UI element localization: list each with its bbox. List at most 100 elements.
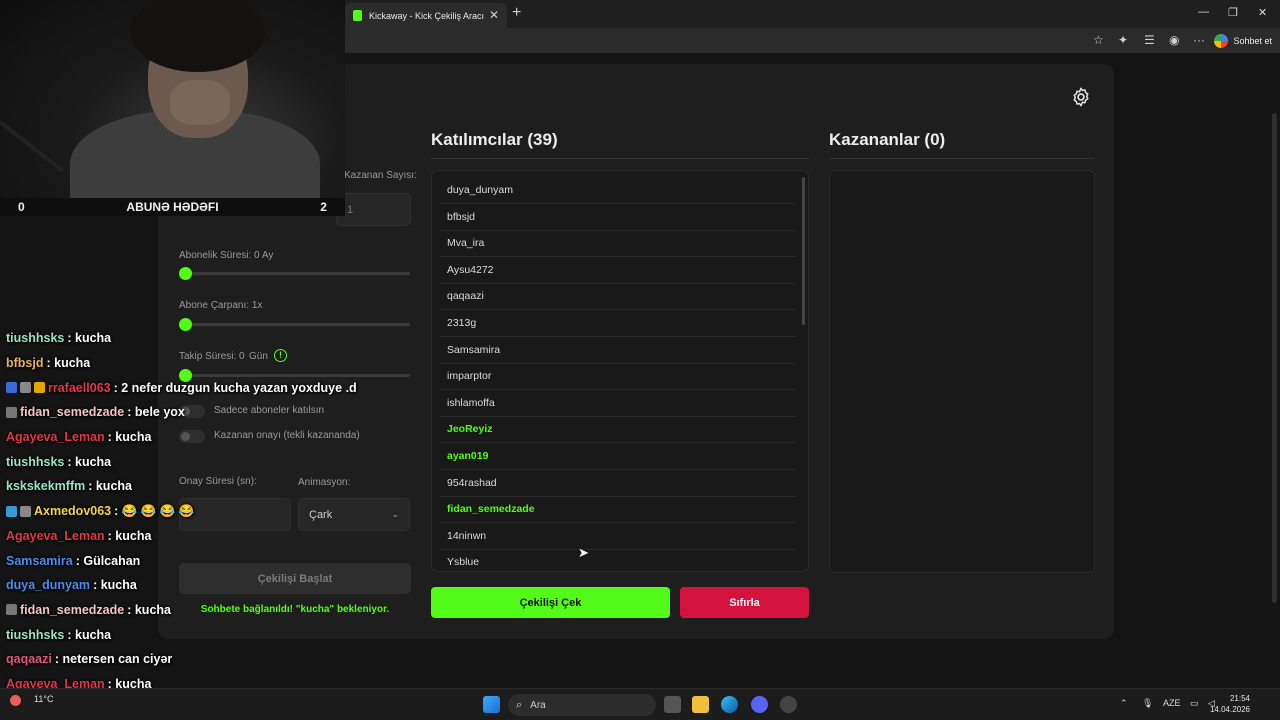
chat-badge-icon bbox=[6, 505, 17, 517]
chat-username: fidan_semedzade bbox=[20, 405, 125, 420]
chat-username: tiushhsks bbox=[6, 454, 65, 469]
discord-icon[interactable] bbox=[751, 696, 768, 713]
network-icon[interactable]: ▭ bbox=[1190, 698, 1199, 709]
chat-message: tiushhsks: kucha bbox=[6, 622, 366, 647]
winners-list bbox=[829, 170, 1095, 573]
chat-message: qaqaazi: netersen can ciyər bbox=[6, 647, 366, 672]
chat-username: tiushhsks bbox=[6, 627, 65, 642]
participant-row: duya_dunyam bbox=[440, 177, 796, 204]
reset-button[interactable]: Sıfırla bbox=[680, 587, 809, 618]
chat-text: : kucha bbox=[67, 454, 112, 469]
participant-row: fidan_semedzade bbox=[440, 496, 796, 524]
more-menu-icon[interactable]: ··· bbox=[1193, 33, 1205, 47]
window-close-button[interactable]: ✕ bbox=[1258, 6, 1267, 19]
chat-text: : kucha bbox=[93, 578, 137, 593]
settings-gear-icon[interactable] bbox=[1070, 86, 1092, 108]
kick-favicon-icon bbox=[353, 10, 362, 21]
window-restore-button[interactable]: ❐ bbox=[1228, 6, 1238, 19]
winner-count-label: Kazanan Sayısı: bbox=[344, 170, 417, 181]
tray-chevron-icon[interactable]: ⌃ bbox=[1120, 698, 1128, 709]
participant-row: Samsamira bbox=[440, 337, 796, 364]
chat-text: : 2 nefer duzgun kucha yazan yoxduye .d bbox=[113, 380, 357, 395]
sub-duration-slider[interactable] bbox=[179, 267, 192, 280]
participant-row: Ysblue bbox=[440, 549, 796, 571]
chat-message: fidan_semedzade: bele yox bbox=[6, 400, 366, 425]
participant-row: qaqaazi bbox=[440, 283, 796, 311]
chat-message: bfbsjd: kucha bbox=[6, 351, 366, 376]
sub-duration-track[interactable] bbox=[181, 272, 410, 275]
chat-username: kskskekmffm bbox=[6, 479, 86, 494]
chat-message: rrafaell063: 2 nefer duzgun kucha yazan … bbox=[6, 375, 366, 400]
chat-badge-icon bbox=[20, 505, 31, 517]
chat-username: Agayeva_Leman bbox=[6, 528, 105, 543]
window-minimize-button[interactable]: — bbox=[1198, 6, 1209, 18]
chat-text: : Gülcahan bbox=[75, 553, 141, 568]
file-explorer-icon[interactable] bbox=[692, 696, 709, 713]
chat-message: Agayeva_Leman: kucha bbox=[6, 524, 366, 549]
participant-row: 14ninwn bbox=[440, 523, 796, 550]
windows-start-icon[interactable] bbox=[483, 696, 500, 713]
weather-temp[interactable]: 11°C bbox=[34, 694, 53, 704]
streamer-hand bbox=[170, 80, 230, 125]
winners-divider bbox=[829, 158, 1095, 159]
chat-username: duya_dunyam bbox=[6, 578, 91, 593]
new-tab-button[interactable]: + bbox=[512, 4, 521, 22]
participant-row: Aysu4272 bbox=[440, 257, 796, 284]
sub-duration-label: Abonelik Süresi: 0 Ay bbox=[179, 250, 274, 261]
mouse-cursor-icon: ➤ bbox=[578, 545, 589, 560]
chat-username: Agayeva_Leman bbox=[6, 430, 105, 445]
chat-message: tiushhsks: kucha bbox=[6, 326, 366, 351]
copilot-chat-button[interactable]: Sohbet et bbox=[1214, 31, 1272, 50]
chat-text: : 😂 😂 😂 😂 bbox=[114, 503, 195, 518]
draw-button[interactable]: Çekilişi Çek bbox=[431, 587, 670, 618]
participant-row: ishlamoffa bbox=[440, 390, 796, 417]
chat-message: Agayeva_Leman: kucha bbox=[6, 425, 366, 450]
language-indicator[interactable]: AZE bbox=[1163, 698, 1181, 708]
participants-scrollbar[interactable] bbox=[802, 177, 805, 325]
participant-row: JeoReyiz bbox=[440, 416, 796, 444]
chat-username: Axmedov063 bbox=[34, 504, 112, 519]
screen: Kickaway - Kick Çekiliş Aracı ✕ + — ❐ ✕ … bbox=[0, 0, 1280, 720]
tab-title: Kickaway - Kick Çekiliş Aracı bbox=[369, 10, 485, 21]
chat-username: bfbsjd bbox=[6, 356, 44, 371]
edge-browser-icon[interactable] bbox=[721, 696, 738, 713]
participant-row: 2313g bbox=[440, 310, 796, 337]
chat-username: tiushhsks bbox=[6, 331, 65, 346]
chat-badge-icon bbox=[6, 406, 17, 418]
chat-text: : kucha bbox=[46, 356, 91, 371]
winner-count-input[interactable]: 1 bbox=[336, 193, 411, 226]
participant-row: 954rashad bbox=[440, 470, 796, 497]
chat-text: : kucha bbox=[67, 331, 112, 346]
app-icon[interactable] bbox=[780, 696, 797, 713]
participants-list[interactable]: duya_dunyam bfbsjd Mva_ira Aysu4272 qaqaazi 2… bbox=[431, 170, 809, 572]
extensions-icon[interactable]: ✦ bbox=[1118, 33, 1128, 47]
page-scrollbar[interactable] bbox=[1272, 113, 1277, 603]
browser-tab-kickaway[interactable]: Kickaway - Kick Çekiliş Aracı ✕ bbox=[345, 3, 507, 28]
chat-message: fidan_semedzade: kucha bbox=[6, 598, 366, 623]
chat-username: qaqaazi bbox=[6, 652, 52, 667]
participant-row: Mva_ira bbox=[440, 230, 796, 258]
chat-message: kskskekmffm: kucha bbox=[6, 474, 366, 499]
taskbar-search[interactable]: ⌕ Ara bbox=[508, 694, 656, 716]
chevron-down-icon: ⌄ bbox=[391, 509, 399, 519]
webcam-overlay bbox=[0, 0, 345, 198]
microphone-icon[interactable]: 🎙 bbox=[1142, 698, 1153, 709]
favorites-icon[interactable]: ☰ bbox=[1144, 33, 1155, 47]
chat-text: : kucha bbox=[107, 528, 152, 543]
tab-close-icon[interactable]: ✕ bbox=[489, 8, 499, 22]
chat-text: : kucha bbox=[127, 602, 171, 617]
participant-row: bfbsjd bbox=[440, 204, 796, 231]
task-view-icon[interactable] bbox=[664, 696, 681, 713]
winners-title: Kazananlar (0) bbox=[829, 130, 946, 149]
favorite-star-icon[interactable]: ☆ bbox=[1093, 33, 1104, 47]
chat-text: : kucha bbox=[107, 430, 152, 445]
weather-icon[interactable] bbox=[10, 695, 21, 706]
sub-multiplier-label: Abone Çarpanı: 1x bbox=[179, 300, 263, 311]
stream-chat-overlay: tiushhsks: kucha bfbsjd: kucha rrafaell063… bbox=[6, 326, 366, 720]
chat-message: Axmedov063: 😂 😂 😂 😂 bbox=[6, 499, 366, 524]
extension-badge-icon[interactable]: ◉ bbox=[1169, 33, 1179, 47]
taskbar-clock[interactable]: 21:54 14.04.2026 bbox=[1210, 693, 1250, 715]
windows-taskbar: 11°C ⌕ Ara ⌃ 🎙 AZE ▭ ◁ 21:54 14.04.2026 bbox=[0, 688, 1280, 720]
goal-title: ABUNƏ HƏDƏFI bbox=[126, 200, 219, 214]
chat-badge-icon bbox=[34, 382, 45, 394]
